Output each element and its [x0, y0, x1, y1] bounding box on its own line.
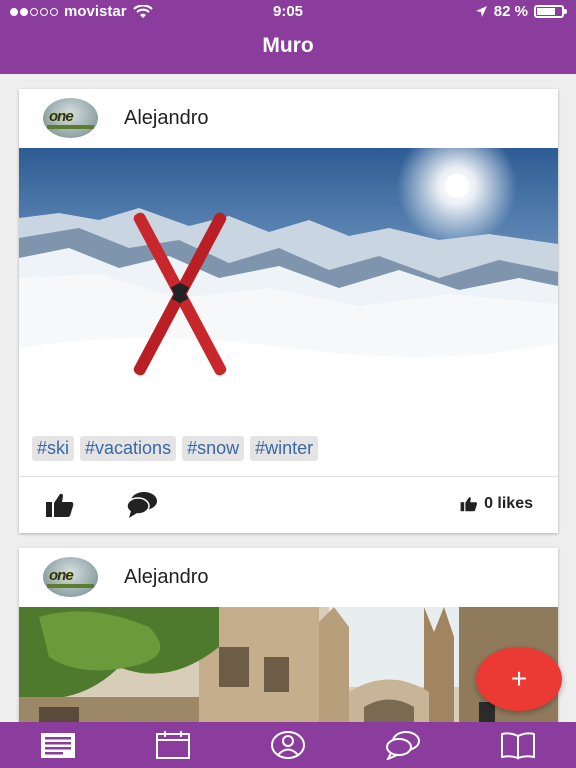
location-arrow-icon [475, 6, 487, 17]
nav-news[interactable] [40, 730, 76, 760]
status-bar: movistar 9:05 82 % [0, 0, 576, 24]
calendar-icon [156, 731, 190, 759]
status-right: 82 % [475, 3, 567, 20]
book-icon [501, 732, 535, 760]
comment-button[interactable] [126, 491, 158, 519]
chat-icon [385, 731, 420, 762]
tag-list: #ski #vacations #snow #winter [32, 436, 319, 461]
tag-chip[interactable]: #winter [250, 436, 319, 461]
post-actions: 0 likes [19, 477, 558, 533]
post-author[interactable]: Alejandro [124, 566, 209, 589]
avatar-logo: one [49, 567, 74, 584]
avatar[interactable]: one [43, 98, 98, 138]
profile-icon [271, 731, 305, 759]
post-author[interactable]: Alejandro [124, 107, 209, 130]
add-post-button[interactable]: + [476, 647, 562, 711]
chat-bubbles-icon [126, 492, 157, 518]
thumbs-up-icon [46, 493, 74, 517]
avatar[interactable]: one [43, 557, 98, 597]
nav-profile[interactable] [270, 730, 306, 760]
tag-chip[interactable]: #snow [182, 436, 245, 461]
plus-icon: + [510, 663, 528, 694]
nav-calendar[interactable] [155, 730, 191, 760]
post-card: one Alejandro [19, 548, 558, 748]
likes-counter[interactable]: 0 likes [460, 495, 533, 513]
thumbs-up-icon [460, 497, 478, 512]
post-photo[interactable] [19, 148, 558, 418]
news-icon [41, 733, 75, 758]
likes-count: 0 likes [484, 495, 533, 512]
tag-chip[interactable]: #vacations [80, 436, 177, 461]
like-button[interactable] [45, 492, 75, 518]
tag-chip[interactable]: #ski [32, 436, 75, 461]
post-card: one Alejandro [19, 89, 558, 533]
nav-book[interactable] [500, 730, 536, 760]
bottom-nav [0, 722, 576, 768]
app-header: movistar 9:05 82 % Muro [0, 0, 576, 74]
battery-icon [534, 5, 567, 18]
post-header[interactable]: one Alejandro [19, 548, 558, 607]
avatar-logo: one [49, 108, 74, 125]
post-header[interactable]: one Alejandro [19, 89, 558, 148]
page-title: Muro [262, 34, 314, 57]
battery-percent: 82 % [493, 3, 528, 20]
nav-chat[interactable] [385, 730, 421, 762]
